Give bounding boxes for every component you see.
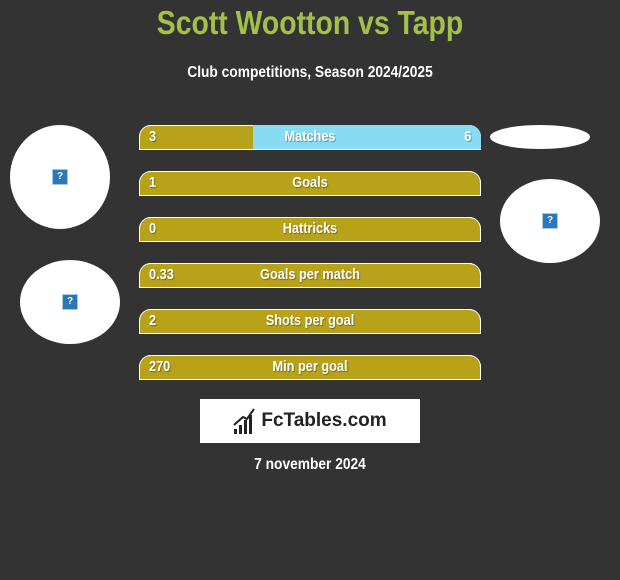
missing-image-icon: ? <box>542 213 558 229</box>
stat-label: Goals <box>292 174 328 191</box>
right-value: 6 <box>463 128 471 145</box>
stat-bar-matches: 3 Matches 6 <box>139 125 481 150</box>
left-value: 1 <box>149 174 157 191</box>
logo-text: FcTables.com <box>261 410 387 431</box>
stat-label: Hattricks <box>282 220 338 237</box>
stat-label: Min per goal <box>272 358 348 375</box>
page-title: Scott Wootton vs Tapp <box>156 4 464 41</box>
stat-label: Goals per match <box>260 266 360 283</box>
left-value: 0 <box>149 220 157 237</box>
stat-bar-goals: 1 Goals <box>139 171 481 196</box>
player-avatar-left-top[interactable]: ? <box>10 125 110 229</box>
team-logo-left[interactable]: ? <box>20 260 120 344</box>
stat-bar-shots-per-goal: 2 Shots per goal <box>139 309 481 334</box>
stat-bar-hattricks: 0 Hattricks <box>139 217 481 242</box>
stat-label: Shots per goal <box>265 312 355 329</box>
team-logo-right[interactable]: ? <box>500 179 600 263</box>
stat-bar-min-per-goal: 270 Min per goal <box>139 355 481 380</box>
missing-image-icon: ? <box>52 169 68 185</box>
stat-label: Matches <box>284 128 336 145</box>
left-value: 3 <box>149 128 157 145</box>
fctables-logo[interactable]: FcTables.com <box>200 399 420 443</box>
missing-image-icon: ? <box>62 294 78 310</box>
stat-bar-goals-per-match: 0.33 Goals per match <box>139 263 481 288</box>
left-value: 2 <box>149 312 157 329</box>
match-date: 7 november 2024 <box>254 456 366 473</box>
player-avatar-right[interactable] <box>490 125 590 149</box>
bar-chart-logo-icon <box>233 408 256 434</box>
competition-subtitle: Club competitions, Season 2024/2025 <box>187 64 433 81</box>
